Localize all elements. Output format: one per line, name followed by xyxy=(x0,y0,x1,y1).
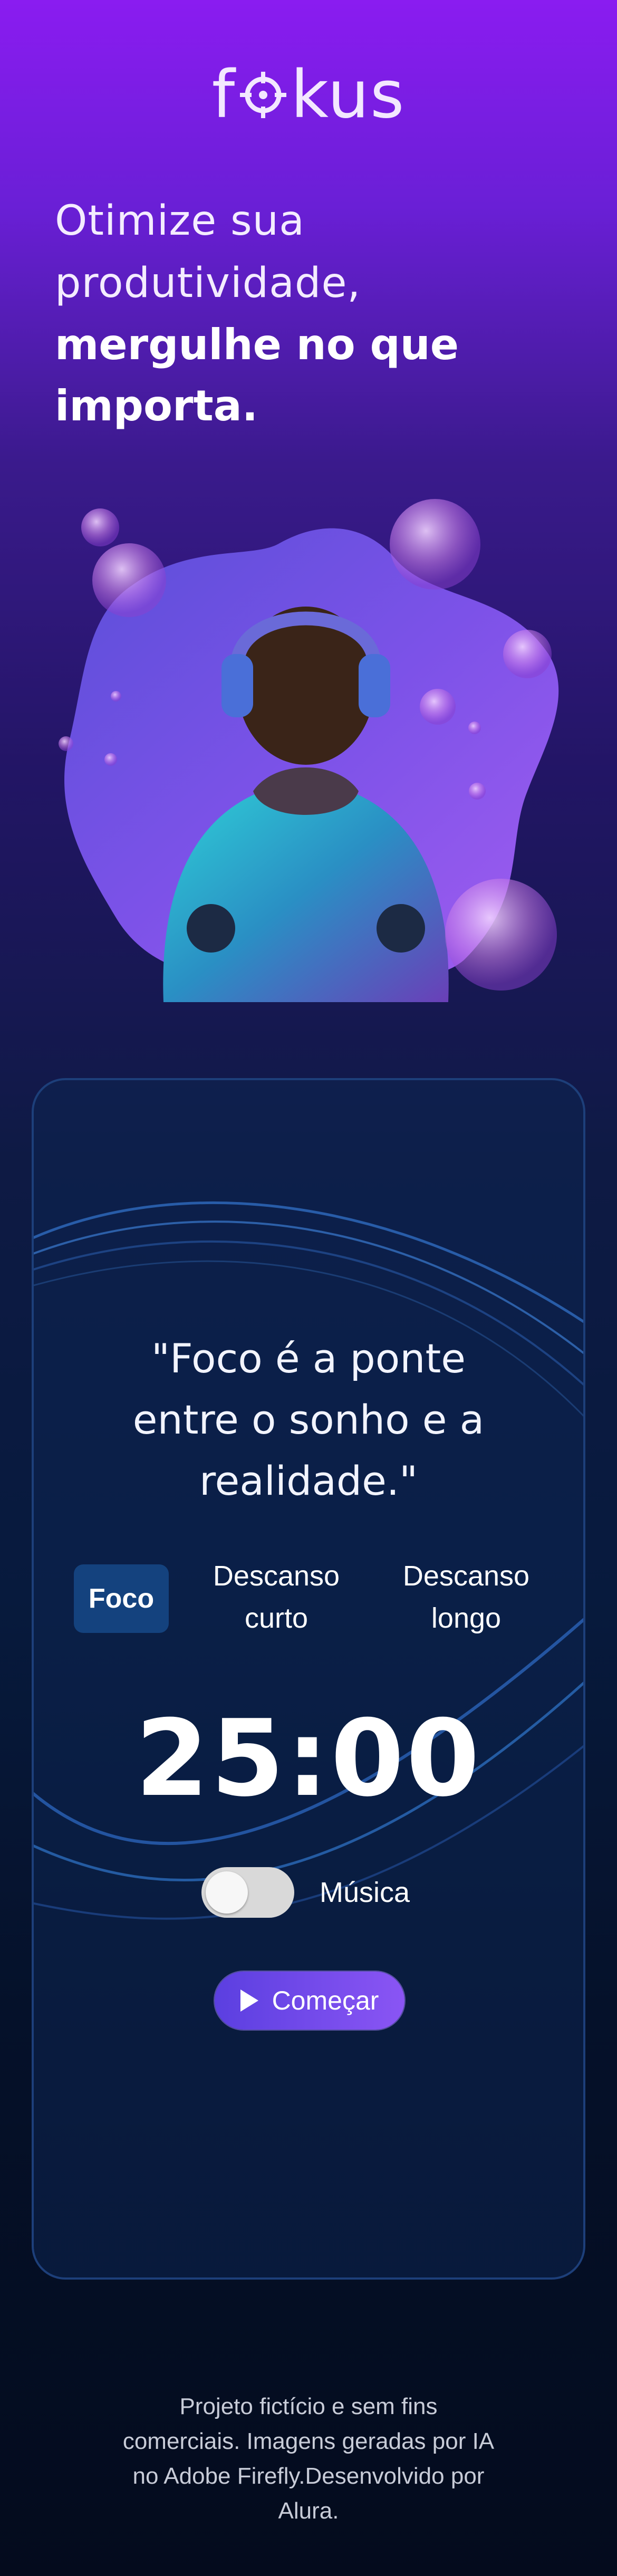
play-icon xyxy=(240,1989,258,2012)
footer-line-3: no Adobe Firefly.Desenvolvido por xyxy=(132,2463,485,2489)
tab-short-break-label-1: Descanso xyxy=(213,1560,340,1592)
tab-short-break-label-2: curto xyxy=(244,1602,308,1634)
footer-line-2: comerciais. Imagens geradas por IA xyxy=(122,2428,495,2454)
timer-card: "Foco é a ponte entre o sonho e a realid… xyxy=(32,1078,585,2280)
footer-line-1: Projeto fictício e sem fins xyxy=(179,2394,438,2419)
wave-decoration xyxy=(34,1201,583,1920)
timer-display: 25:00 xyxy=(135,1697,482,1820)
tab-focus[interactable]: Foco xyxy=(74,1564,169,1633)
quote-line-2: entre o sonho e a xyxy=(132,1396,485,1443)
focus-quote: "Foco é a ponte entre o sonho e a realid… xyxy=(34,1328,583,1512)
fokus-logo: f kus xyxy=(0,57,617,133)
hero-image xyxy=(53,496,570,1002)
tab-focus-label: Foco xyxy=(88,1583,155,1614)
headline-line-4: importa. xyxy=(55,381,258,430)
toggle-knob xyxy=(206,1871,248,1914)
footer-note: Projeto fictício e sem fins comerciais. … xyxy=(84,2389,533,2529)
footer-line-4: Alura. xyxy=(278,2498,339,2524)
tab-long-break[interactable]: Descanso longo xyxy=(382,1555,551,1639)
hero-headline: Otimize sua produtividade, mergulhe no q… xyxy=(55,190,582,437)
logo-text: f kus xyxy=(211,57,406,133)
tab-long-break-label-1: Descanso xyxy=(402,1560,530,1592)
music-toggle[interactable] xyxy=(201,1867,294,1918)
headline-line-2: produtividade, xyxy=(55,259,361,307)
tab-short-break[interactable]: Descanso curto xyxy=(192,1555,361,1639)
start-button[interactable]: Começar xyxy=(215,1972,404,2030)
tab-long-break-label-2: longo xyxy=(431,1602,502,1634)
target-icon xyxy=(238,60,288,118)
music-label: Música xyxy=(320,1877,410,1908)
quote-line-3: realidade." xyxy=(199,1457,418,1504)
start-button-label: Começar xyxy=(272,1986,379,2015)
headline-line-1: Otimize sua xyxy=(55,197,305,245)
quote-line-1: "Foco é a ponte xyxy=(151,1335,466,1382)
mode-tabs: Foco Descanso curto Descanso longo xyxy=(34,1555,583,1639)
music-toggle-row: Música xyxy=(201,1866,410,1919)
headline-line-3: mergulhe no que xyxy=(55,320,459,369)
